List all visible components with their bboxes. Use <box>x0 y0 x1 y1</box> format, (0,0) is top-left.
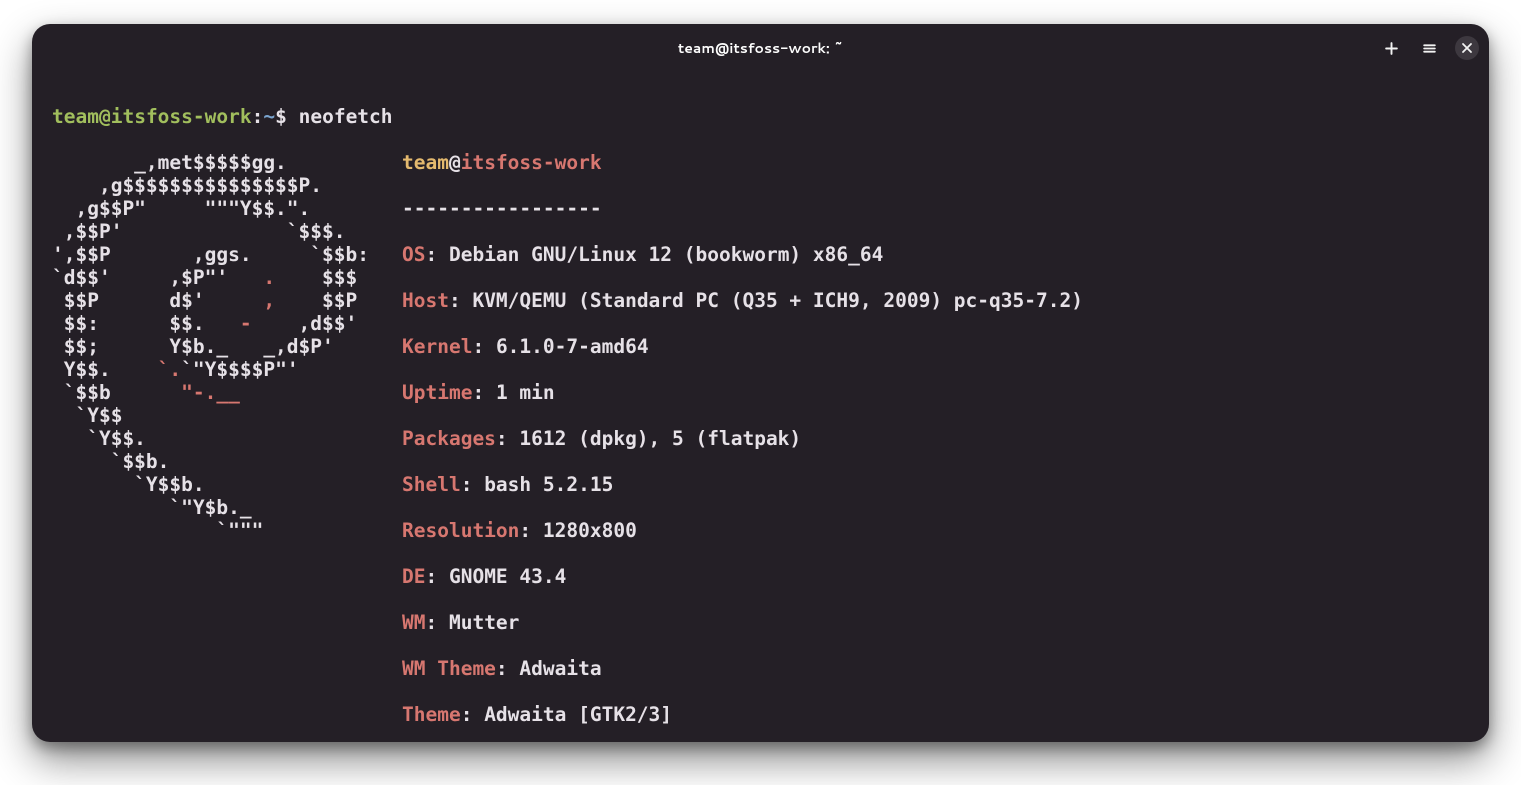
ascii-line: _,met$$$$$gg. <box>52 151 287 174</box>
info-row: OS: Debian GNU/Linux 12 (bookworm) x86_6… <box>402 243 1083 266</box>
prompt-host: itsfoss-work <box>111 105 252 128</box>
window-title: team@itsfoss-work: ~ <box>678 38 843 58</box>
info-row: Kernel: 6.1.0-7-amd64 <box>402 335 1083 358</box>
new-tab-button[interactable] <box>1379 36 1403 60</box>
info-row: Resolution: 1280x800 <box>402 519 1083 542</box>
ascii-line: `$$b "-.__ <box>52 381 240 404</box>
info-row: Theme: Adwaita [GTK2/3] <box>402 703 1083 726</box>
titlebar: team@itsfoss-work: ~ <box>32 24 1489 72</box>
ascii-line: `d$$' ,$P"' . $$$ <box>52 266 357 289</box>
titlebar-actions <box>1379 24 1479 72</box>
terminal-window: team@itsfoss-work: ~ team@itsfoss-work:~… <box>32 24 1489 742</box>
ascii-line: ,g$$P" """Y$$.". <box>52 197 310 220</box>
ascii-line: Y$$. `.`"Y$$$$P"' <box>52 358 299 381</box>
ascii-line: $$; Y$b._ _,d$P' <box>52 335 334 358</box>
menu-button[interactable] <box>1417 36 1441 60</box>
ascii-line: `Y$$b. <box>52 473 205 496</box>
info-header: team@itsfoss-work <box>402 151 1083 174</box>
info-row: Host: KVM/QEMU (Standard PC (Q35 + ICH9,… <box>402 289 1083 312</box>
info-row: Uptime: 1 min <box>402 381 1083 404</box>
command-text: neofetch <box>299 105 393 128</box>
ascii-line: ,$$P' `$$$. <box>52 220 346 243</box>
info-divider: ----------------- <box>402 197 1083 220</box>
info-row: Packages: 1612 (dpkg), 5 (flatpak) <box>402 427 1083 450</box>
ascii-line: ,g$$$$$$$$$$$$$$$P. <box>52 174 322 197</box>
ascii-line: `$$b. <box>52 450 169 473</box>
info-row: WM Theme: Adwaita <box>402 657 1083 680</box>
neofetch-output: _,met$$$$$gg. ,g$$$$$$$$$$$$$$$P. ,g$$P"… <box>52 151 1469 742</box>
info-row: Shell: bash 5.2.15 <box>402 473 1083 496</box>
info-row: DE: GNOME 43.4 <box>402 565 1083 588</box>
system-info: team@itsfoss-work ----------------- OS: … <box>402 151 1083 742</box>
close-button[interactable] <box>1455 36 1479 60</box>
prompt-user: team <box>52 105 99 128</box>
ascii-line: `Y$$ <box>52 404 122 427</box>
ascii-line: $$: $$. - ,d$$' <box>52 312 357 335</box>
ascii-line: `""" <box>52 519 263 542</box>
ascii-line: $$P d$' , $$P <box>52 289 357 312</box>
ascii-line: `"Y$b._ <box>52 496 252 519</box>
terminal-content[interactable]: team@itsfoss-work:~$ neofetch _,met$$$$$… <box>32 72 1489 742</box>
prompt-at: @ <box>99 105 111 128</box>
prompt-line: team@itsfoss-work:~$ neofetch <box>52 105 1469 128</box>
prompt-sep: : <box>252 105 264 128</box>
info-row: WM: Mutter <box>402 611 1083 634</box>
ascii-line: ',$$P ,ggs. `$$b: <box>52 243 369 266</box>
ascii-logo: _,met$$$$$gg. ,g$$$$$$$$$$$$$$$P. ,g$$P"… <box>52 151 402 542</box>
ascii-line: `Y$$. <box>52 427 146 450</box>
prompt-sigil: $ <box>275 105 287 128</box>
prompt-path: ~ <box>263 105 275 128</box>
